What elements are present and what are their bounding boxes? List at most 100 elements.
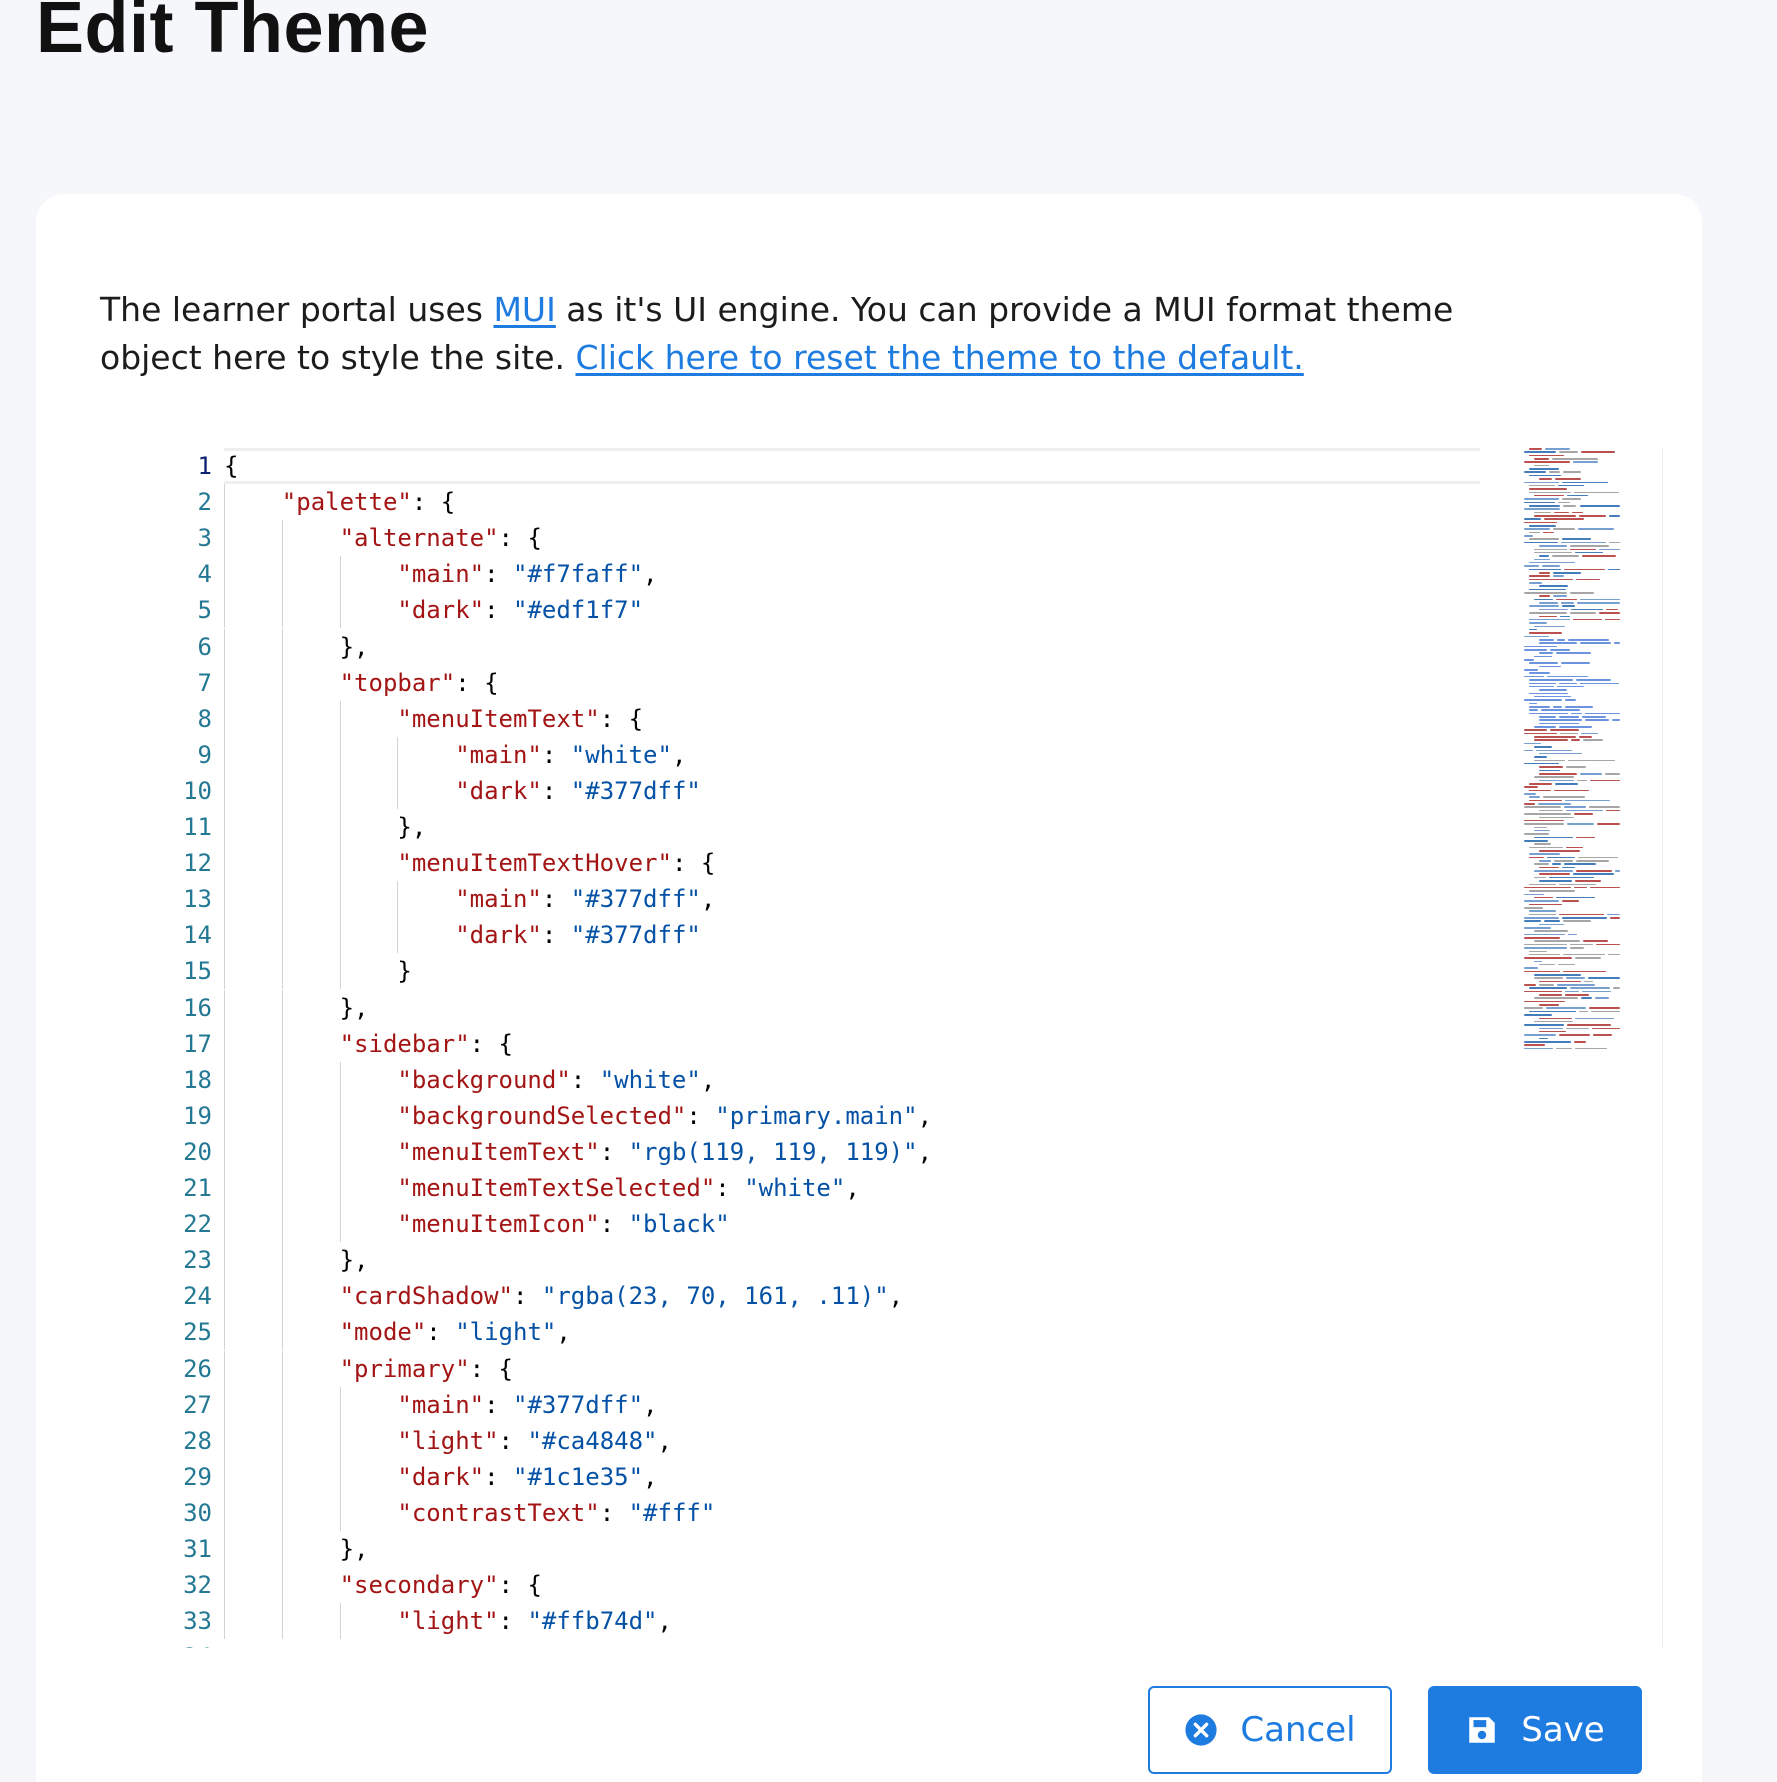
code-line[interactable]: "dark": "#377dff" (224, 773, 701, 809)
indent-guide (224, 1314, 225, 1351)
code-line[interactable]: "main": "white", (224, 737, 686, 773)
code-line[interactable]: "dark": "#edf1f7" (224, 592, 643, 628)
minimap-stroke (1563, 504, 1577, 507)
minimap-stroke (1524, 900, 1560, 902)
code-line[interactable]: }, (224, 809, 426, 845)
indent-guide (224, 700, 225, 737)
code-line[interactable]: "dark": "#377dff" (224, 917, 701, 953)
code-line[interactable]: "main": "#377dff", (224, 1387, 657, 1423)
minimap-stroke (1609, 917, 1620, 919)
minimap-stroke (1548, 876, 1594, 879)
minimap-stroke (1529, 575, 1551, 577)
indent-guide (224, 1242, 225, 1279)
code-line[interactable]: "menuItemTextSelected": "white", (224, 1170, 859, 1206)
minimap-stroke (1524, 592, 1568, 594)
line-number: 27 (183, 1390, 212, 1419)
json-punctuation: : (498, 1607, 528, 1636)
intro-text: The learner portal uses MUI as it's UI e… (100, 286, 1560, 382)
code-line[interactable]: "menuItemText": { (224, 701, 643, 737)
minimap-stroke (1583, 980, 1594, 983)
minimap-stroke (1529, 856, 1544, 859)
minimap-stroke (1524, 461, 1571, 463)
code-line[interactable]: { (224, 448, 238, 484)
indent-guide (224, 1133, 225, 1170)
minimap-stroke (1565, 799, 1610, 802)
minimap-stroke (1524, 806, 1561, 809)
minimap-stroke (1558, 726, 1592, 728)
code-line[interactable]: "main": "#377dff", (224, 881, 715, 917)
code-line[interactable]: }, (224, 1531, 369, 1567)
indent-guide (224, 1097, 225, 1134)
minimap-stroke (1562, 605, 1576, 608)
mui-link[interactable]: MUI (493, 290, 555, 329)
code-line[interactable]: "backgroundSelected": "primary.main", (224, 1098, 932, 1134)
minimap-stroke (1547, 675, 1589, 678)
minimap-stroke (1572, 618, 1603, 621)
code-line[interactable]: }, (224, 990, 369, 1026)
code-line[interactable]: "secondary": { (224, 1567, 542, 1603)
minimap-stroke (1581, 555, 1617, 557)
code-line[interactable]: } (224, 953, 412, 989)
code-line[interactable]: "light": "#ca4848", (224, 1423, 672, 1459)
minimap-stroke (1529, 628, 1537, 631)
editor-scrollbar[interactable] (1662, 448, 1663, 1648)
minimap-stroke (1558, 1034, 1591, 1036)
minimap-stroke (1529, 662, 1559, 664)
minimap-stroke (1529, 799, 1563, 802)
code-line[interactable]: "palette": { (224, 484, 455, 520)
minimap-stroke (1529, 538, 1559, 541)
line-number: 8 (197, 704, 212, 733)
intro-text-start: The learner portal uses (100, 290, 494, 329)
json-punctuation: : (570, 1065, 600, 1094)
minimap-stroke (1529, 903, 1562, 906)
theme-code-editor[interactable]: 1 2 3 4 5 6 7 8 9 10 11 12 13 14 15 16 17 18 19 20 21 22 23 24 2… (100, 448, 1672, 1648)
code-line[interactable]: "contrastText": "#fff" (224, 1495, 715, 1531)
minimap-stroke (1567, 823, 1595, 825)
code-line[interactable]: "sidebar": { (224, 1026, 513, 1062)
minimap-stroke (1552, 458, 1598, 460)
json-punctuation: : (715, 1174, 745, 1202)
minimap-stroke (1539, 766, 1563, 768)
editor-minimap[interactable] (1520, 448, 1630, 1068)
code-line[interactable]: "light": "#ffb74d", (224, 1603, 672, 1639)
json-punctuation: : (541, 776, 571, 805)
line-number: 1 (197, 452, 212, 480)
code-line[interactable]: "mode": "light", (224, 1314, 571, 1350)
json-key: "menuItemTextHover" (397, 849, 672, 878)
cancel-button[interactable]: Cancel (1148, 1686, 1392, 1774)
code-line[interactable]: "cardShadow": "rgba(23, 70, 161, .11)", (224, 1278, 904, 1314)
code-line[interactable]: "main": "#f7faff", (224, 556, 657, 592)
minimap-stroke (1524, 1044, 1545, 1046)
json-punctuation: } (224, 957, 412, 986)
line-number: 34 (100, 1639, 212, 1648)
reset-theme-link[interactable]: Click here to reset the theme to the def… (576, 338, 1304, 377)
save-button[interactable]: Save (1428, 1686, 1642, 1774)
minimap-stroke (1524, 957, 1572, 959)
code-line[interactable]: "topbar": { (224, 665, 499, 701)
minimap-stroke (1576, 578, 1601, 581)
minimap-stroke (1587, 977, 1620, 979)
code-line[interactable]: }, (224, 1242, 369, 1278)
minimap-stroke (1546, 856, 1576, 859)
code-line[interactable]: }, (224, 629, 369, 665)
code-line[interactable]: "dark": "#1c1e35", (224, 1459, 657, 1495)
minimap-stroke (1552, 555, 1579, 557)
code-line[interactable]: "primary": { (224, 1351, 513, 1387)
json-punctuation: , (657, 1426, 672, 1455)
code-line[interactable]: "menuItemTextHover": { (224, 845, 715, 881)
minimap-stroke (1539, 850, 1581, 852)
minimap-stroke (1524, 521, 1557, 524)
minimap-stroke (1578, 515, 1607, 517)
line-number: 6 (197, 632, 212, 661)
minimap-stroke (1524, 833, 1550, 835)
minimap-stroke (1557, 685, 1584, 688)
code-line[interactable]: "alternate": { (224, 520, 542, 556)
code-line[interactable]: "menuItemIcon": "black" (224, 1206, 729, 1242)
minimap-stroke (1524, 451, 1556, 453)
code-line[interactable]: "menuItemText": "rgb(119, 119, 119)", (224, 1134, 932, 1170)
json-punctuation: : (599, 1210, 629, 1239)
code-line[interactable]: "background": "white", (224, 1062, 715, 1098)
indent-guide (281, 520, 283, 557)
minimap-stroke (1529, 448, 1542, 450)
code-area[interactable]: { "palette": { "alternate": { "main": "#… (224, 448, 1480, 1648)
